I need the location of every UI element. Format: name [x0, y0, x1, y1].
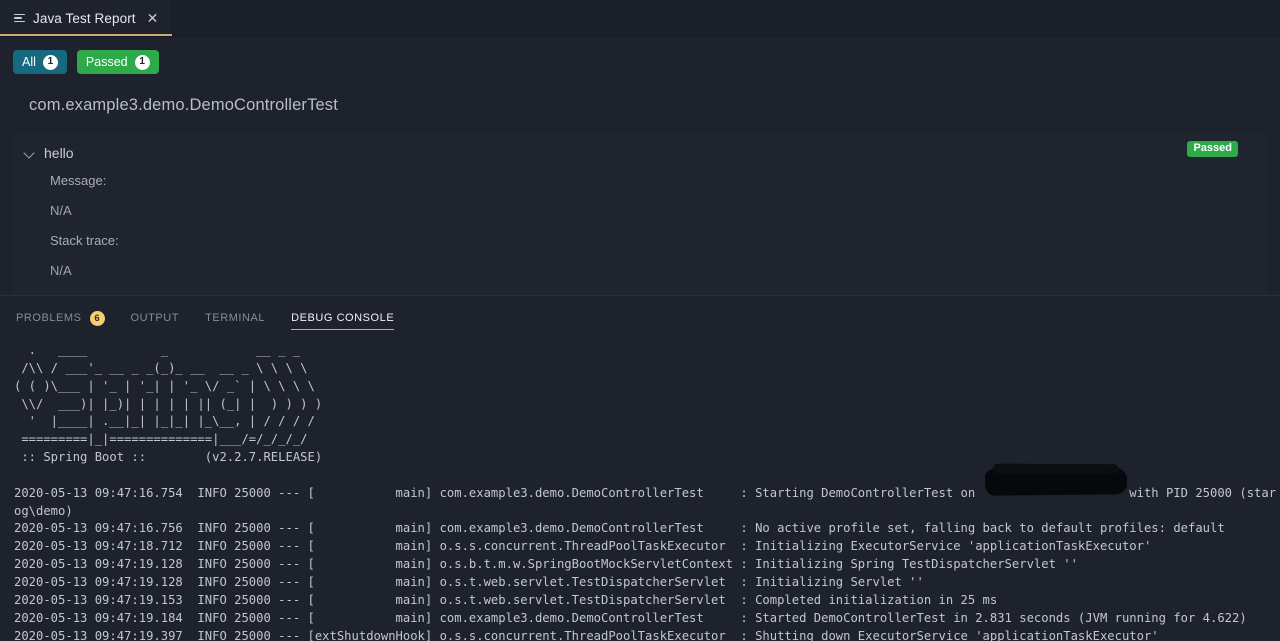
panel-tab-terminal[interactable]: TERMINAL — [205, 312, 265, 330]
panel-tab-bar: PROBLEMS 6 OUTPUT TERMINAL DEBUG CONSOLE — [0, 296, 1280, 336]
close-icon[interactable]: ✕ — [145, 9, 161, 27]
spring-boot-banner: . ____ _ __ _ _ /\\ / ___'_ __ _ _(_)_ _… — [14, 343, 323, 465]
panel-tab-problems[interactable]: PROBLEMS 6 — [16, 310, 105, 332]
panel-tab-problems-label: PROBLEMS — [16, 312, 82, 324]
panel-tab-terminal-label: TERMINAL — [205, 312, 266, 324]
filter-pill-passed-label: Passed — [85, 54, 128, 69]
filter-pill-all-count: 1 — [42, 54, 58, 70]
bottom-panel: PROBLEMS 6 OUTPUT TERMINAL DEBUG CONSOLE… — [0, 295, 1280, 641]
filter-pill-passed-count: 1 — [134, 54, 150, 70]
stacktrace-value: N/A — [50, 263, 72, 279]
test-case-name: hello — [44, 145, 74, 161]
filter-pill-row: All 1 Passed 1 — [0, 37, 1280, 74]
stacktrace-label: Stack trace: — [50, 233, 119, 249]
suite-title: com.example3.demo.DemoControllerTest — [29, 96, 338, 114]
debug-console-output[interactable]: . ____ _ __ _ _ /\\ / ___'_ __ _ _(_)_ _… — [0, 336, 1280, 641]
filter-pill-all[interactable]: All 1 — [13, 50, 67, 74]
chevron-down-icon[interactable] — [24, 147, 36, 159]
problems-count-badge: 6 — [89, 310, 105, 326]
filter-pill-passed[interactable]: Passed 1 — [76, 50, 159, 74]
message-label: Message: — [50, 173, 107, 188]
list-lines-icon — [13, 12, 26, 25]
message-value: N/A — [50, 203, 72, 219]
status-badge: Passed — [1187, 141, 1238, 157]
console-log-lines: 2020-05-13 09:47:16.754 INFO 25000 --- [… — [14, 485, 1277, 641]
test-case-card: hello Passed Message: N/A Stack trace: N… — [12, 133, 1268, 295]
filter-pill-all-label: All — [22, 54, 36, 69]
editor-tab-label: Java Test Report — [33, 10, 136, 26]
panel-tab-debug-console[interactable]: DEBUG CONSOLE — [291, 312, 395, 330]
panel-tab-output[interactable]: OUTPUT — [131, 312, 180, 330]
editor-tab-java-test-report[interactable]: Java Test Report ✕ — [0, 0, 174, 36]
test-case-header[interactable]: hello — [12, 143, 1268, 161]
panel-tab-debug-console-label: DEBUG CONSOLE — [291, 312, 395, 324]
editor-tab-strip: Java Test Report ✕ — [0, 0, 1280, 37]
test-report-body: All 1 Passed 1 com.example3.demo.DemoCon… — [0, 37, 1280, 295]
panel-tab-output-label: OUTPUT — [130, 312, 180, 324]
